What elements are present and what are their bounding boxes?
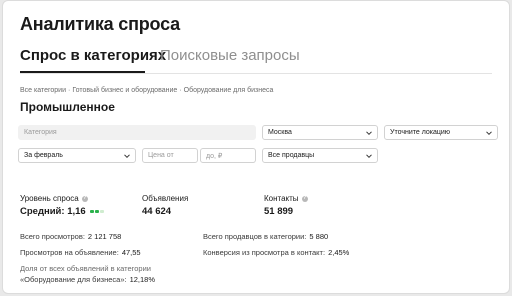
total-views-label: Всего просмотров: (20, 232, 85, 241)
listings-label-text: Объявления (142, 194, 189, 203)
conversion-label: Конверсия из просмотра в контакт: (203, 248, 326, 257)
breadcrumb-item[interactable]: Оборудование для бизнеса (184, 87, 274, 94)
contacts-label: Контакты (264, 194, 308, 203)
city-select[interactable]: Москва (262, 125, 378, 140)
price-to-input[interactable]: до, ₽ (200, 148, 256, 163)
period-value: За февраль (24, 152, 63, 159)
total-sellers-label: Всего продавцов в категории: (203, 232, 307, 241)
breadcrumb-item[interactable]: Готовый бизнес и оборудование (72, 87, 177, 94)
demand-level-value-text: Средний: 1,16 (20, 206, 86, 217)
contacts-value: 51 899 (264, 206, 294, 217)
tabs-divider (20, 73, 492, 74)
listings-value: 44 624 (142, 206, 172, 217)
total-views-metric: Всего просмотров: 2 121 758 (20, 232, 121, 241)
chevron-down-icon (366, 131, 372, 136)
demand-level-segment (89, 210, 94, 213)
breadcrumb: Все категории · Готовый бизнес и оборудова… (20, 87, 273, 94)
share-value: 12,18% (129, 275, 156, 284)
demand-level-label: Уровень спроса (20, 194, 88, 203)
price-from-placeholder: Цена от (148, 152, 174, 159)
views-per-listing-metric: Просмотров на объявление: 47,55 (20, 248, 141, 257)
share-label: «Оборудование для бизнеса»: (20, 275, 127, 284)
location-placeholder: Уточните локацию (390, 129, 451, 136)
price-from-input[interactable]: Цена от (142, 148, 198, 163)
active-tab-indicator (20, 71, 145, 73)
views-per-listing-label: Просмотров на объявление: (20, 248, 119, 257)
contacts-label-text: Контакты (264, 194, 299, 203)
page-title: Аналитика спроса (20, 14, 180, 34)
breadcrumb-separator: · (179, 87, 182, 94)
help-icon[interactable] (81, 195, 88, 202)
total-views-value: 2 121 758 (87, 232, 122, 241)
tab-category-demand[interactable]: Спрос в категориях (20, 47, 166, 64)
breadcrumb-separator: · (68, 87, 71, 94)
demand-level-value: Средний: 1,16 (20, 206, 104, 217)
location-select[interactable]: Уточните локацию (384, 125, 498, 140)
help-icon[interactable] (301, 195, 308, 202)
city-value: Москва (268, 129, 292, 136)
demand-level-bars (89, 210, 104, 213)
category-input[interactable]: Категория (18, 125, 256, 140)
share-metric-line1: Доля от всех объявлений в категории (20, 264, 151, 273)
share-metric-line2: «Оборудование для бизнеса»: 12,18% (20, 275, 155, 284)
conversion-metric: Конверсия из просмотра в контакт: 2,45% (203, 248, 349, 257)
period-select[interactable]: За февраль (18, 148, 136, 163)
tab-search-queries[interactable]: Поисковые запросы (160, 47, 300, 64)
category-title: Промышленное (20, 100, 115, 114)
demand-level-label-text: Уровень спроса (20, 194, 79, 203)
views-per-listing-value: 47,55 (121, 248, 141, 257)
chevron-down-icon (124, 154, 130, 159)
demand-level-segment (99, 210, 104, 213)
category-placeholder: Категория (24, 129, 57, 136)
breadcrumb-item[interactable]: Все категории (20, 87, 66, 94)
sellers-value: Все продавцы (268, 152, 315, 159)
conversion-value: 2,45% (328, 248, 350, 257)
chevron-down-icon (486, 131, 492, 136)
total-sellers-value: 5 880 (309, 232, 329, 241)
total-sellers-metric: Всего продавцов в категории: 5 880 (203, 232, 328, 241)
demand-analytics-card: Аналитика спроса Спрос в категориях Поис… (2, 0, 510, 294)
listings-label: Объявления (142, 194, 188, 203)
chevron-down-icon (366, 154, 372, 159)
price-to-placeholder: до, ₽ (206, 152, 223, 160)
sellers-select[interactable]: Все продавцы (262, 148, 378, 163)
demand-level-segment (94, 210, 99, 213)
